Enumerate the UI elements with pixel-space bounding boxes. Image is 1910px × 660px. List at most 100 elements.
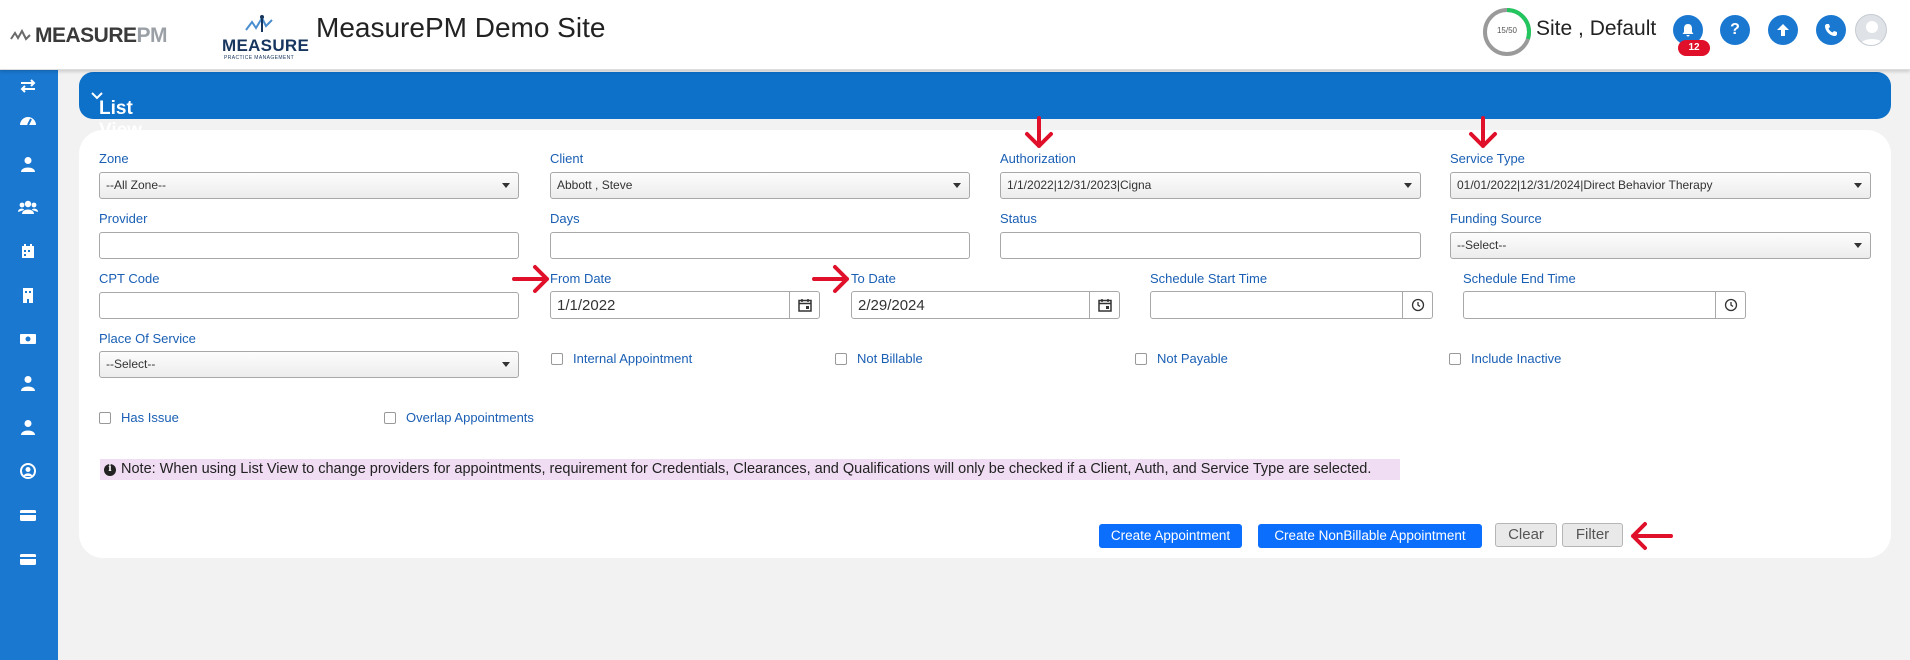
checkbox-box[interactable] [1449,352,1461,365]
client-select-value: Abbott , Steve [557,178,633,192]
page-title[interactable]: List View [89,85,142,141]
to-date-input[interactable]: 2/29/2024 [851,291,1120,319]
annotation-arrow-right-icon [512,265,549,293]
user-name[interactable]: Site , Default [1536,17,1656,41]
logo-center-text: MEASURE [222,36,310,55]
dropdown-caret-icon [1854,243,1862,248]
progress-label: 15/50 [1496,26,1518,35]
building-icon[interactable] [17,285,39,305]
dashboard-icon[interactable] [17,110,39,130]
zone-select[interactable]: --All Zone-- [99,172,519,199]
phone-button[interactable] [1816,15,1846,45]
logo-figure-icon [245,15,273,32]
cpt-code-input[interactable] [99,292,519,319]
user-icon[interactable] [17,373,39,393]
measurepm-logo[interactable]: MEASURE PM [10,24,168,48]
provider-input[interactable] [99,232,519,259]
list-view-note: i Note: When using List View to change p… [100,459,1400,480]
cpt-code-label: CPT Code [99,271,160,286]
credit-card-icon[interactable] [17,549,39,569]
provider-label: Provider [99,211,148,226]
dropdown-caret-icon [502,183,510,188]
from-date-input[interactable]: 1/1/2022 [550,291,820,319]
checkbox-box[interactable] [835,352,847,365]
overlap-appointments-label: Overlap Appointments [406,410,534,425]
checkbox-box[interactable] [1135,352,1147,365]
clock-icon[interactable] [1402,292,1432,318]
info-icon: i [104,463,116,476]
user-circle-icon[interactable] [17,461,39,481]
users-icon[interactable] [17,197,39,217]
upload-icon [1777,24,1789,36]
user-icon[interactable] [17,417,39,437]
funding-source-label: Funding Source [1450,211,1542,226]
user-avatar[interactable] [1855,14,1887,46]
include-inactive-checkbox[interactable]: Include Inactive [1449,351,1561,366]
annotation-arrow-down-icon [1469,116,1497,148]
from-date-value: 1/1/2022 [557,297,616,314]
create-appointment-button[interactable]: Create Appointment [1099,524,1242,548]
has-issue-label: Has Issue [121,410,179,425]
not-payable-checkbox[interactable]: Not Payable [1135,351,1228,366]
user-icon[interactable] [17,154,39,174]
not-billable-label: Not Billable [857,351,923,366]
authorization-label: Authorization [1000,151,1076,166]
dropdown-caret-icon [953,183,961,188]
client-select[interactable]: Abbott , Steve [550,172,970,199]
days-input[interactable] [550,232,970,259]
to-date-label: To Date [851,271,896,286]
top-header: MEASURE PM MEASURE PRACTICE MANAGEMENT Me… [0,0,1910,70]
site-title: MeasurePM Demo Site [316,12,606,43]
service-type-select[interactable]: 01/01/2022|12/31/2024|Direct Behavior Th… [1450,172,1871,199]
service-type-select-value: 01/01/2022|12/31/2024|Direct Behavior Th… [1457,178,1713,192]
help-button[interactable]: ? [1720,15,1750,45]
upload-button[interactable] [1768,15,1798,45]
annotation-arrow-left-icon [1631,522,1673,550]
credit-card-icon[interactable] [17,505,39,525]
place-of-service-select-value: --Select-- [106,357,156,371]
filter-button[interactable]: Filter [1562,523,1623,547]
funding-source-select[interactable]: --Select-- [1450,232,1871,259]
checkbox-box[interactable] [384,411,396,424]
funding-source-select-value: --Select-- [1457,238,1507,252]
not-billable-checkbox[interactable]: Not Billable [835,351,923,366]
question-icon: ? [1730,21,1740,38]
include-inactive-label: Include Inactive [1471,351,1562,366]
client-label: Client [550,151,584,166]
avatar-icon [1860,21,1884,45]
checkbox-box[interactable] [551,352,563,365]
checkbox-box[interactable] [99,411,111,424]
internal-appointment-checkbox[interactable]: Internal Appointment [551,351,692,366]
measure-practice-logo: MEASURE PRACTICE MANAGEMENT [220,14,310,61]
bell-icon [1682,24,1694,37]
list-view-title-bar[interactable]: List View [79,72,1891,141]
notification-badge: 12 [1678,40,1710,56]
clock-icon[interactable] [1715,292,1745,318]
schedule-start-time-input[interactable] [1150,291,1433,319]
internal-appointment-label: Internal Appointment [573,351,693,366]
phone-icon [1825,24,1837,36]
schedule-end-time-input[interactable] [1463,291,1746,319]
calendar-picker-icon[interactable] [1089,292,1119,318]
exchange-icon[interactable] [17,76,39,96]
authorization-select-value: 1/1/2022|12/31/2023|Cigna [1007,178,1152,192]
calendar-icon[interactable] [17,241,39,261]
zone-select-value: --All Zone-- [106,178,167,192]
annotation-arrow-down-icon [1025,116,1053,148]
status-input[interactable] [1000,232,1421,259]
has-issue-checkbox[interactable]: Has Issue [99,410,179,425]
clear-button[interactable]: Clear [1495,523,1557,547]
authorization-select[interactable]: 1/1/2022|12/31/2023|Cigna [1000,172,1421,199]
zone-label: Zone [99,151,129,166]
from-date-label: From Date [550,271,612,286]
days-label: Days [550,211,580,226]
money-icon[interactable] [17,329,39,349]
overlap-appointments-checkbox[interactable]: Overlap Appointments [384,410,534,425]
place-of-service-select[interactable]: --Select-- [99,351,519,378]
sidebar [0,70,58,660]
create-nonbillable-appointment-button[interactable]: Create NonBillable Appointment [1258,524,1482,548]
logo-center-subtext: PRACTICE MANAGEMENT [224,55,295,61]
logo-mark-icon [10,29,31,41]
logo-text-pm: PM [136,24,168,47]
service-type-label: Service Type [1450,151,1525,166]
